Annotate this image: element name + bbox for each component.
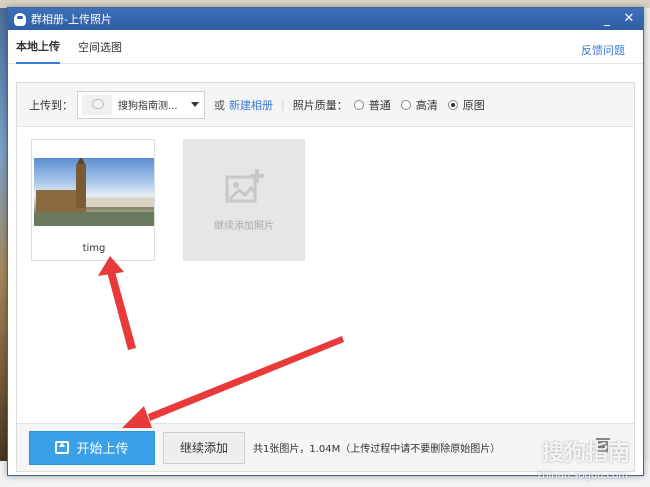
start-upload-button[interactable]: 开始上传 xyxy=(29,430,155,465)
quality-normal-radio[interactable] xyxy=(353,99,364,110)
title-bar[interactable]: 群相册-上传照片 _ ✕ xyxy=(8,8,643,30)
watermark-url: zhinan.sogou.com xyxy=(536,470,628,481)
upload-icon xyxy=(55,441,70,454)
upload-to-label: 上传到： xyxy=(29,98,73,112)
add-more-label: 继续添加照片 xyxy=(214,221,274,232)
start-upload-label: 开始上传 xyxy=(76,442,129,457)
photo-item[interactable]: timg xyxy=(31,139,155,261)
upload-panel: 上传到： 搜狗指南测... 或 新建相册 | 照片质量： 普通 高清 原图 ti… xyxy=(16,82,635,472)
upload-toolbar: 上传到： 搜狗指南测... 或 新建相册 | 照片质量： 普通 高清 原图 xyxy=(17,83,634,127)
photo-name: timg xyxy=(82,243,106,254)
quality-normal-label[interactable]: 普通 xyxy=(369,97,391,113)
quality-original-label[interactable]: 原图 xyxy=(463,97,485,113)
tab-bar: 本地上传 空间选图 反馈问题 xyxy=(8,30,643,64)
tab-space-select[interactable]: 空间选图 xyxy=(78,31,122,63)
window-title: 群相册-上传照片 xyxy=(31,13,112,26)
quality-hd-label[interactable]: 高清 xyxy=(416,97,438,113)
minimize-button[interactable]: _ xyxy=(599,11,615,27)
upload-summary: 共1张图片，1.04M（上传过程中请不要删除原始图片） xyxy=(253,444,501,455)
tab-local-upload[interactable]: 本地上传 xyxy=(16,30,60,64)
quality-hd-radio[interactable] xyxy=(400,99,411,110)
watermark-logo: 搜狗指南 xyxy=(541,441,630,466)
qq-penguin-icon xyxy=(14,12,26,26)
album-name: 搜狗指南测... xyxy=(118,101,178,112)
close-button[interactable]: ✕ xyxy=(621,11,637,27)
quality-original-radio[interactable] xyxy=(447,99,458,110)
album-dropdown[interactable]: 搜狗指南测... xyxy=(77,90,205,119)
separator: | xyxy=(281,98,285,111)
feedback-link[interactable]: 反馈问题 xyxy=(581,42,625,58)
chevron-down-icon xyxy=(191,102,199,107)
album-cover-icon xyxy=(82,94,112,115)
quality-label: 照片质量： xyxy=(292,98,348,112)
continue-add-button[interactable]: 继续添加 xyxy=(163,431,245,464)
add-photo-icon xyxy=(225,169,264,203)
add-more-photos-tile[interactable]: 继续添加照片 xyxy=(183,139,305,261)
upload-dialog: 群相册-上传照片 _ ✕ 本地上传 空间选图 反馈问题 上传到： 搜狗指南测..… xyxy=(7,7,644,476)
new-album-link[interactable]: 新建相册 xyxy=(229,97,273,113)
or-label: 或 xyxy=(214,98,225,112)
photo-thumbnail xyxy=(34,158,154,226)
